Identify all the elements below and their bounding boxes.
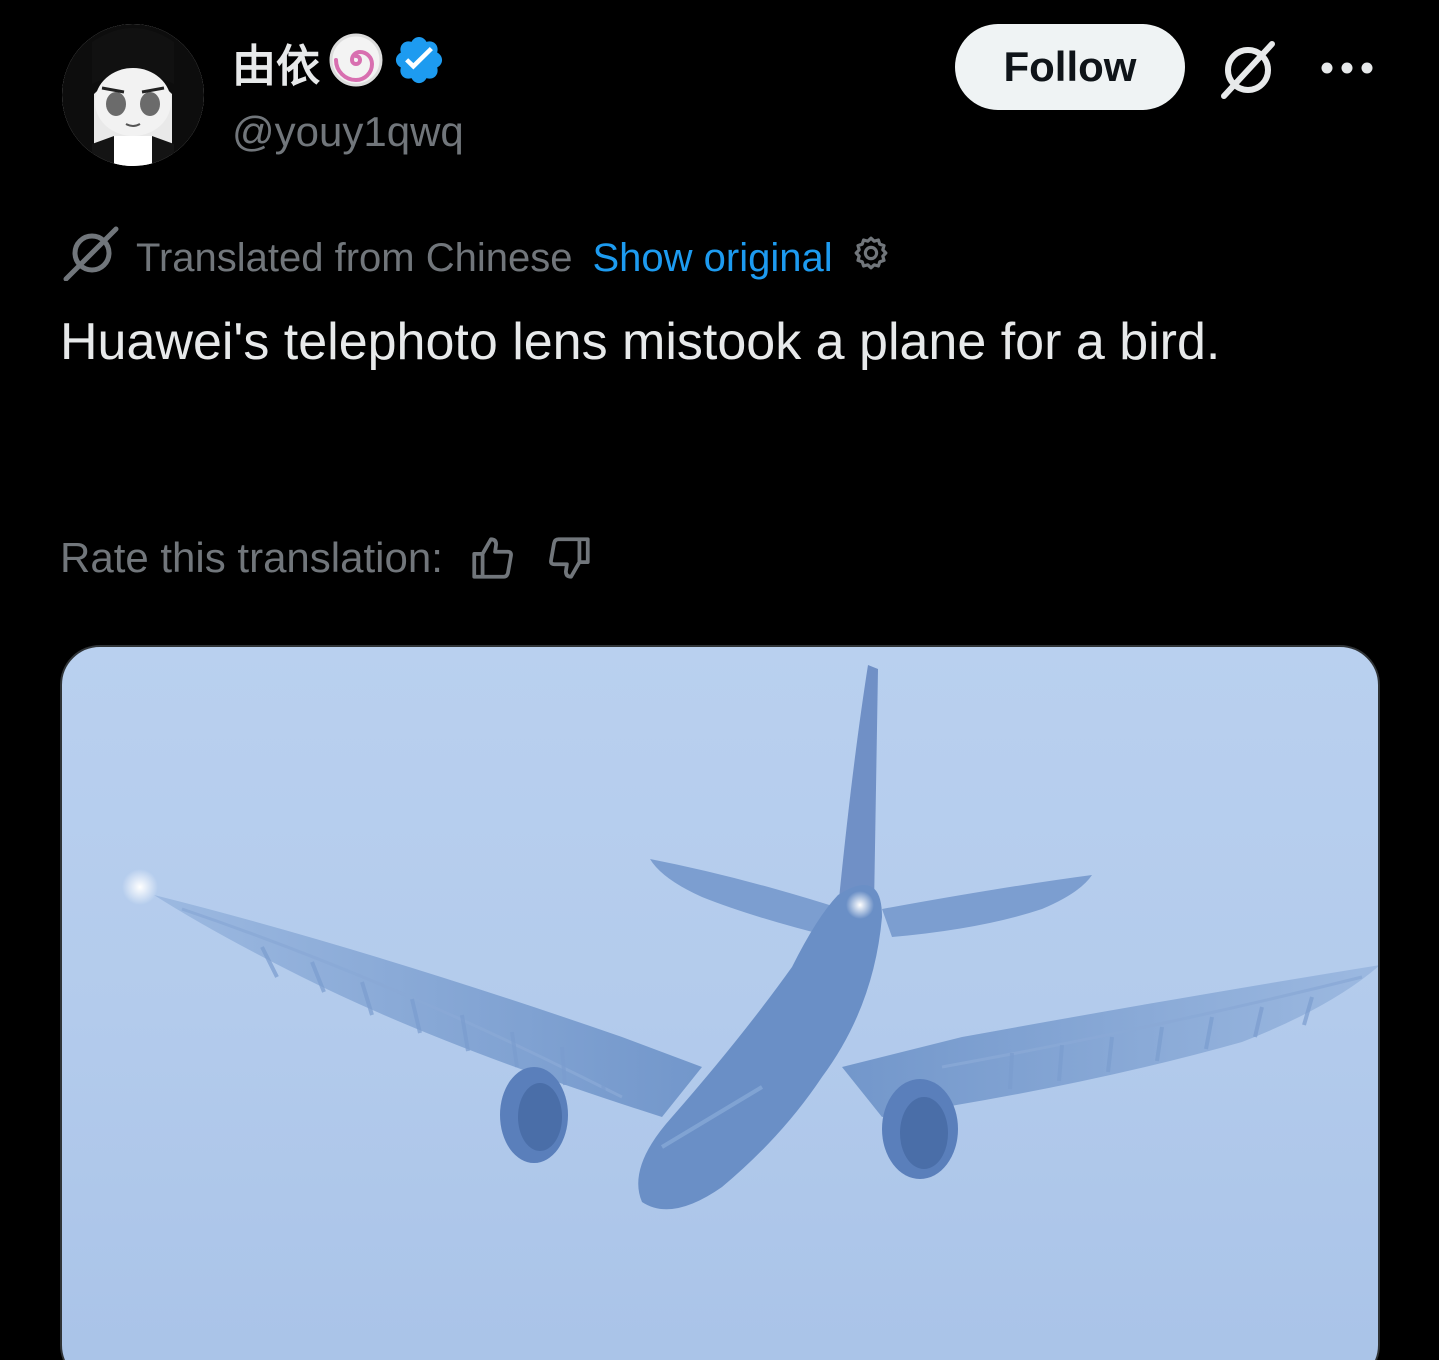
tweet-page: 由依 @youy1qwq Follow Translated from Chin… xyxy=(0,0,1439,1360)
grok-translate-icon xyxy=(60,225,122,291)
translation-row: Translated from Chinese Show original xyxy=(60,225,895,291)
avatar-image xyxy=(62,24,204,166)
author-display-name[interactable]: 由依 xyxy=(232,30,320,94)
rate-translation-row: Rate this translation: xyxy=(60,528,595,588)
tweet-text: Huawei's telephoto lens mistook a plane … xyxy=(60,313,1221,371)
more-icon[interactable] xyxy=(1312,40,1382,96)
show-original-link[interactable]: Show original xyxy=(592,236,832,281)
avatar[interactable] xyxy=(62,24,204,166)
author-handle[interactable]: @youy1qwq xyxy=(232,108,464,156)
gear-icon[interactable] xyxy=(847,229,895,287)
thumbs-down-icon[interactable] xyxy=(543,532,595,584)
plane-with-bird-wings-image xyxy=(122,665,1378,1210)
grok-icon[interactable] xyxy=(1212,34,1284,106)
narutomaki-icon xyxy=(328,32,384,93)
author-name-row[interactable]: 由依 xyxy=(232,30,446,94)
verified-badge-icon[interactable] xyxy=(392,33,446,92)
follow-button[interactable]: Follow xyxy=(955,24,1185,110)
thumbs-up-icon[interactable] xyxy=(467,532,519,584)
translated-label: Translated from Chinese xyxy=(136,235,573,280)
tweet-media-image[interactable] xyxy=(60,645,1380,1360)
rate-translation-label: Rate this translation: xyxy=(60,534,443,581)
